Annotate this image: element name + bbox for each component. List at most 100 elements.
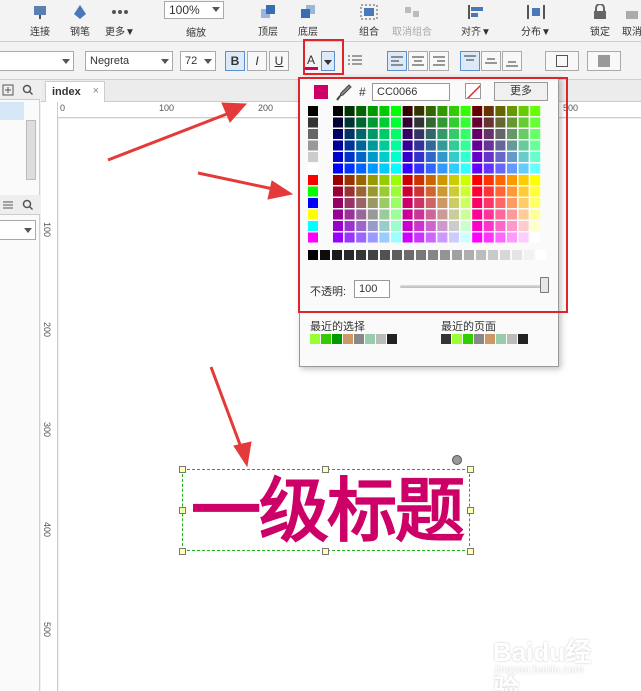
style-select[interactable] (0, 51, 74, 71)
ruler-label: 400 (42, 522, 52, 538)
unlock-label: 取消 (622, 27, 641, 38)
pen-icon (74, 5, 86, 19)
recent-color-swatch[interactable] (485, 334, 495, 344)
ruler-label: 0 (60, 103, 66, 113)
watermark-url: jingyan.baidu.com (495, 664, 584, 676)
layer-top-icon (261, 5, 275, 18)
underline-button[interactable]: U (269, 51, 289, 71)
align-icon (468, 5, 483, 19)
valign-middle-button[interactable] (481, 51, 501, 71)
font-family-select[interactable]: Negreta (85, 51, 173, 71)
watermark-brand: Baidu经验 (493, 637, 592, 691)
lock-icon (594, 4, 606, 19)
recent-color-swatch[interactable] (365, 334, 375, 344)
more-label: 更多▼ (105, 27, 135, 38)
resize-handle-e[interactable] (467, 507, 474, 514)
ungroup-icon (405, 7, 419, 17)
resize-handle-nw[interactable] (179, 466, 186, 473)
distribute-label: 分布▼ (521, 27, 551, 38)
more-button[interactable]: 更多▼ (94, 0, 146, 40)
group-icon (360, 4, 378, 20)
distribute-icon (527, 5, 545, 19)
recent-color-swatch[interactable] (474, 334, 484, 344)
chevron-down-icon (24, 228, 32, 233)
chevron-down-icon (161, 59, 169, 64)
ungroup-button[interactable]: 取消组合 (386, 0, 438, 40)
align-center-button[interactable] (408, 51, 428, 71)
bullet-list-button[interactable] (345, 51, 365, 71)
vertical-ruler: 100 200 300 400 500 (41, 102, 58, 691)
panel-scrollbar[interactable] (26, 120, 36, 180)
resize-handle-n[interactable] (322, 466, 329, 473)
heading-widget[interactable]: 一级标题 (182, 469, 470, 551)
zoom-label: 缩放 (186, 28, 206, 39)
chevron-down-icon (204, 59, 212, 64)
shadow-icon (598, 55, 610, 67)
recent-color-swatch[interactable] (332, 334, 342, 344)
font-family-value: Negreta (90, 55, 130, 67)
recent-color-swatch[interactable] (452, 334, 462, 344)
bottom-layer-label: 底层 (298, 27, 318, 38)
valign-middle-icon (485, 58, 497, 64)
search-icon[interactable] (22, 84, 34, 96)
recent-page-label: 最近的页面 (441, 321, 496, 333)
bold-button[interactable]: B (225, 51, 245, 71)
recent-color-swatch[interactable] (310, 334, 320, 344)
fill-color-icon (556, 55, 568, 67)
ruler-label: 100 (159, 103, 175, 113)
connector-icon (34, 6, 46, 19)
align-left-button[interactable] (387, 51, 407, 71)
rotate-handle[interactable] (452, 455, 462, 465)
resize-handle-s[interactable] (322, 548, 329, 555)
highlight-color-palette (298, 77, 568, 313)
ruler-label: 300 (42, 422, 52, 438)
resize-handle-w[interactable] (179, 507, 186, 514)
distribute-button[interactable]: 分布▼ (510, 0, 562, 40)
recent-color-swatch[interactable] (354, 334, 364, 344)
add-page-icon[interactable] (2, 84, 14, 96)
resize-handle-sw[interactable] (179, 548, 186, 555)
recent-color-swatch[interactable] (507, 334, 517, 344)
recent-color-swatch[interactable] (441, 334, 451, 344)
align-right-icon (433, 56, 445, 66)
shadow-button[interactable] (587, 51, 621, 71)
send-to-bottom-button[interactable]: 底层 (282, 0, 334, 40)
page-item-selected[interactable] (0, 102, 24, 120)
unlock-icon (626, 11, 638, 19)
recent-selection-label: 最近的选择 (310, 321, 365, 333)
valign-bottom-button[interactable] (502, 51, 522, 71)
align-right-button[interactable] (429, 51, 449, 71)
resize-handle-ne[interactable] (467, 466, 474, 473)
unlock-button[interactable]: 取消 (617, 0, 641, 40)
valign-bottom-icon (506, 61, 518, 67)
chevron-down-icon (212, 7, 220, 12)
align-center-icon (412, 56, 424, 66)
library-select[interactable] (0, 220, 36, 240)
font-size-select[interactable]: 72 (180, 51, 216, 71)
heading-text[interactable]: 一级标题 (183, 472, 471, 550)
more-dots-icon (112, 10, 128, 14)
tab-index[interactable]: index × (45, 81, 105, 102)
recent-color-swatch[interactable] (387, 334, 397, 344)
recent-color-swatch[interactable] (376, 334, 386, 344)
align-button[interactable]: 对齐▼ (450, 0, 502, 40)
resize-handle-se[interactable] (467, 548, 474, 555)
italic-button[interactable]: I (247, 51, 267, 71)
valign-top-icon (464, 55, 476, 61)
recent-color-swatch[interactable] (463, 334, 473, 344)
fill-color-button[interactable] (545, 51, 579, 71)
recent-color-swatch[interactable] (496, 334, 506, 344)
search-icon[interactable] (22, 199, 34, 211)
library-panel-header (0, 195, 40, 215)
recent-color-swatch[interactable] (343, 334, 353, 344)
font-size-value: 72 (185, 55, 198, 67)
recent-color-swatch[interactable] (321, 334, 331, 344)
zoom-value: 100% (169, 3, 200, 17)
menu-icon[interactable] (2, 199, 14, 211)
zoom-select[interactable]: 100% (164, 1, 224, 19)
valign-top-button[interactable] (460, 51, 480, 71)
recent-color-swatch[interactable] (518, 334, 528, 344)
main-toolbar: 连接 钢笔 更多▼ 100% 缩放 顶层 底层 组合 取消组合 对齐▼ 分布▼ … (0, 0, 641, 42)
close-icon[interactable]: × (93, 85, 99, 97)
layer-bottom-icon (301, 5, 315, 18)
